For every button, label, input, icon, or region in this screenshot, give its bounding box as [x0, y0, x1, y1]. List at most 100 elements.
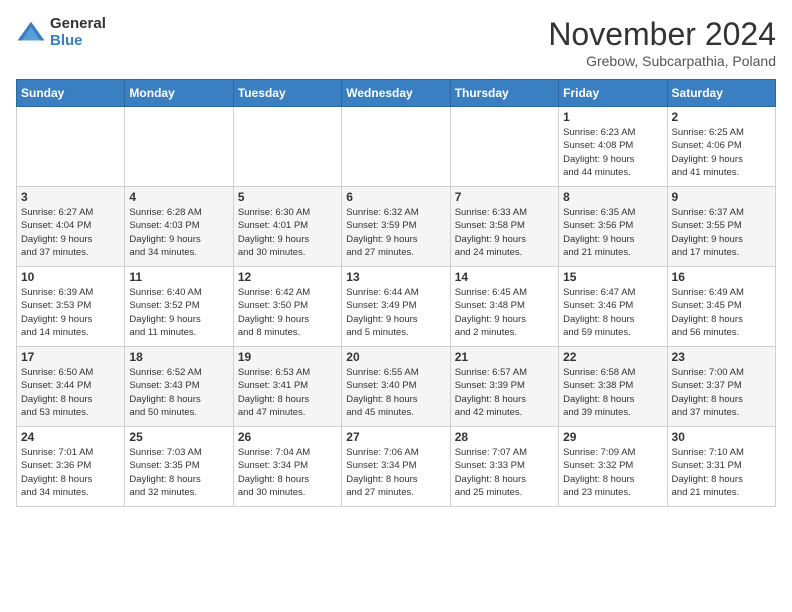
- week-row-1: 1 Sunrise: 6:23 AM Sunset: 4:08 PM Daylig…: [17, 107, 776, 187]
- day-info: Sunrise: 7:03 AM Sunset: 3:35 PM Dayligh…: [129, 446, 228, 499]
- day-info: Sunrise: 6:50 AM Sunset: 3:44 PM Dayligh…: [21, 366, 120, 419]
- day-info: Sunrise: 7:10 AM Sunset: 3:31 PM Dayligh…: [672, 446, 771, 499]
- day-info: Sunrise: 6:52 AM Sunset: 3:43 PM Dayligh…: [129, 366, 228, 419]
- calendar-cell: [233, 107, 341, 187]
- calendar-cell: [342, 107, 450, 187]
- day-info: Sunrise: 6:40 AM Sunset: 3:52 PM Dayligh…: [129, 286, 228, 339]
- day-number: 3: [21, 190, 120, 204]
- day-number: 8: [563, 190, 662, 204]
- calendar-cell: 7 Sunrise: 6:33 AM Sunset: 3:58 PM Daylig…: [450, 187, 558, 267]
- day-info: Sunrise: 6:27 AM Sunset: 4:04 PM Dayligh…: [21, 206, 120, 259]
- calendar-cell: 20 Sunrise: 6:55 AM Sunset: 3:40 PM Dayli…: [342, 347, 450, 427]
- header-saturday: Saturday: [667, 80, 775, 107]
- day-info: Sunrise: 7:07 AM Sunset: 3:33 PM Dayligh…: [455, 446, 554, 499]
- day-number: 4: [129, 190, 228, 204]
- day-number: 7: [455, 190, 554, 204]
- day-number: 24: [21, 430, 120, 444]
- day-number: 9: [672, 190, 771, 204]
- day-info: Sunrise: 6:55 AM Sunset: 3:40 PM Dayligh…: [346, 366, 445, 419]
- day-number: 12: [238, 270, 337, 284]
- calendar-body: 1 Sunrise: 6:23 AM Sunset: 4:08 PM Daylig…: [17, 107, 776, 507]
- day-info: Sunrise: 6:44 AM Sunset: 3:49 PM Dayligh…: [346, 286, 445, 339]
- calendar-cell: 18Sunrise: 6:52 AM Sunset: 3:43 PM Dayli…: [125, 347, 233, 427]
- calendar-cell: 22 Sunrise: 6:58 AM Sunset: 3:38 PM Dayli…: [559, 347, 667, 427]
- calendar-cell: 12Sunrise: 6:42 AM Sunset: 3:50 PM Dayli…: [233, 267, 341, 347]
- day-number: 20: [346, 350, 445, 364]
- calendar-cell: 5 Sunrise: 6:30 AM Sunset: 4:01 PM Daylig…: [233, 187, 341, 267]
- calendar-cell: 15 Sunrise: 6:47 AM Sunset: 3:46 PM Dayli…: [559, 267, 667, 347]
- logo-text: General Blue: [50, 16, 106, 49]
- calendar-header: SundayMondayTuesdayWednesdayThursdayFrid…: [17, 80, 776, 107]
- header-tuesday: Tuesday: [233, 80, 341, 107]
- day-info: Sunrise: 6:39 AM Sunset: 3:53 PM Dayligh…: [21, 286, 120, 339]
- calendar-cell: [450, 107, 558, 187]
- week-row-4: 17 Sunrise: 6:50 AM Sunset: 3:44 PM Dayli…: [17, 347, 776, 427]
- calendar-cell: 1 Sunrise: 6:23 AM Sunset: 4:08 PM Daylig…: [559, 107, 667, 187]
- day-info: Sunrise: 6:53 AM Sunset: 3:41 PM Dayligh…: [238, 366, 337, 419]
- day-number: 10: [21, 270, 120, 284]
- day-number: 23: [672, 350, 771, 364]
- day-number: 15: [563, 270, 662, 284]
- day-number: 25: [129, 430, 228, 444]
- day-info: Sunrise: 7:06 AM Sunset: 3:34 PM Dayligh…: [346, 446, 445, 499]
- day-number: 1: [563, 110, 662, 124]
- week-row-2: 3 Sunrise: 6:27 AM Sunset: 4:04 PM Daylig…: [17, 187, 776, 267]
- calendar-cell: 25 Sunrise: 7:03 AM Sunset: 3:35 PM Dayli…: [125, 427, 233, 507]
- day-number: 27: [346, 430, 445, 444]
- calendar-cell: 4 Sunrise: 6:28 AM Sunset: 4:03 PM Daylig…: [125, 187, 233, 267]
- header: General Blue November 2024 Grebow, Subca…: [16, 16, 776, 69]
- calendar-cell: 10 Sunrise: 6:39 AM Sunset: 3:53 PM Dayli…: [17, 267, 125, 347]
- day-info: Sunrise: 6:58 AM Sunset: 3:38 PM Dayligh…: [563, 366, 662, 419]
- day-number: 2: [672, 110, 771, 124]
- week-row-3: 10 Sunrise: 6:39 AM Sunset: 3:53 PM Dayli…: [17, 267, 776, 347]
- day-number: 22: [563, 350, 662, 364]
- day-info: Sunrise: 6:32 AM Sunset: 3:59 PM Dayligh…: [346, 206, 445, 259]
- calendar-cell: 27 Sunrise: 7:06 AM Sunset: 3:34 PM Dayli…: [342, 427, 450, 507]
- day-info: Sunrise: 6:49 AM Sunset: 3:45 PM Dayligh…: [672, 286, 771, 339]
- calendar-cell: 6Sunrise: 6:32 AM Sunset: 3:59 PM Daylig…: [342, 187, 450, 267]
- calendar-cell: 17 Sunrise: 6:50 AM Sunset: 3:44 PM Dayli…: [17, 347, 125, 427]
- header-friday: Friday: [559, 80, 667, 107]
- calendar-cell: 26Sunrise: 7:04 AM Sunset: 3:34 PM Dayli…: [233, 427, 341, 507]
- header-row: SundayMondayTuesdayWednesdayThursdayFrid…: [17, 80, 776, 107]
- day-number: 30: [672, 430, 771, 444]
- calendar-cell: 9Sunrise: 6:37 AM Sunset: 3:55 PM Daylig…: [667, 187, 775, 267]
- day-info: Sunrise: 6:23 AM Sunset: 4:08 PM Dayligh…: [563, 126, 662, 179]
- day-number: 26: [238, 430, 337, 444]
- calendar-cell: 21Sunrise: 6:57 AM Sunset: 3:39 PM Dayli…: [450, 347, 558, 427]
- day-number: 17: [21, 350, 120, 364]
- calendar-cell: 29Sunrise: 7:09 AM Sunset: 3:32 PM Dayli…: [559, 427, 667, 507]
- day-number: 5: [238, 190, 337, 204]
- day-number: 14: [455, 270, 554, 284]
- logo-icon: [16, 18, 46, 48]
- title-area: November 2024 Grebow, Subcarpathia, Pola…: [548, 16, 776, 69]
- calendar-cell: 2Sunrise: 6:25 AM Sunset: 4:06 PM Daylig…: [667, 107, 775, 187]
- calendar-cell: 24Sunrise: 7:01 AM Sunset: 3:36 PM Dayli…: [17, 427, 125, 507]
- day-info: Sunrise: 6:35 AM Sunset: 3:56 PM Dayligh…: [563, 206, 662, 259]
- day-number: 28: [455, 430, 554, 444]
- calendar-cell: 19 Sunrise: 6:53 AM Sunset: 3:41 PM Dayli…: [233, 347, 341, 427]
- logo-blue-text: Blue: [50, 33, 106, 50]
- calendar-cell: [125, 107, 233, 187]
- location-subtitle: Grebow, Subcarpathia, Poland: [548, 53, 776, 69]
- day-info: Sunrise: 6:47 AM Sunset: 3:46 PM Dayligh…: [563, 286, 662, 339]
- day-info: Sunrise: 6:45 AM Sunset: 3:48 PM Dayligh…: [455, 286, 554, 339]
- day-info: Sunrise: 6:30 AM Sunset: 4:01 PM Dayligh…: [238, 206, 337, 259]
- logo-general-text: General: [50, 16, 106, 33]
- day-number: 11: [129, 270, 228, 284]
- calendar-cell: 3 Sunrise: 6:27 AM Sunset: 4:04 PM Daylig…: [17, 187, 125, 267]
- day-number: 16: [672, 270, 771, 284]
- calendar-cell: [17, 107, 125, 187]
- day-number: 21: [455, 350, 554, 364]
- day-number: 13: [346, 270, 445, 284]
- day-number: 19: [238, 350, 337, 364]
- header-thursday: Thursday: [450, 80, 558, 107]
- calendar-cell: 28 Sunrise: 7:07 AM Sunset: 3:33 PM Dayli…: [450, 427, 558, 507]
- header-monday: Monday: [125, 80, 233, 107]
- day-info: Sunrise: 6:33 AM Sunset: 3:58 PM Dayligh…: [455, 206, 554, 259]
- calendar-cell: 13 Sunrise: 6:44 AM Sunset: 3:49 PM Dayli…: [342, 267, 450, 347]
- month-title: November 2024: [548, 16, 776, 53]
- calendar-cell: 14 Sunrise: 6:45 AM Sunset: 3:48 PM Dayli…: [450, 267, 558, 347]
- day-info: Sunrise: 6:28 AM Sunset: 4:03 PM Dayligh…: [129, 206, 228, 259]
- calendar-cell: 16 Sunrise: 6:49 AM Sunset: 3:45 PM Dayli…: [667, 267, 775, 347]
